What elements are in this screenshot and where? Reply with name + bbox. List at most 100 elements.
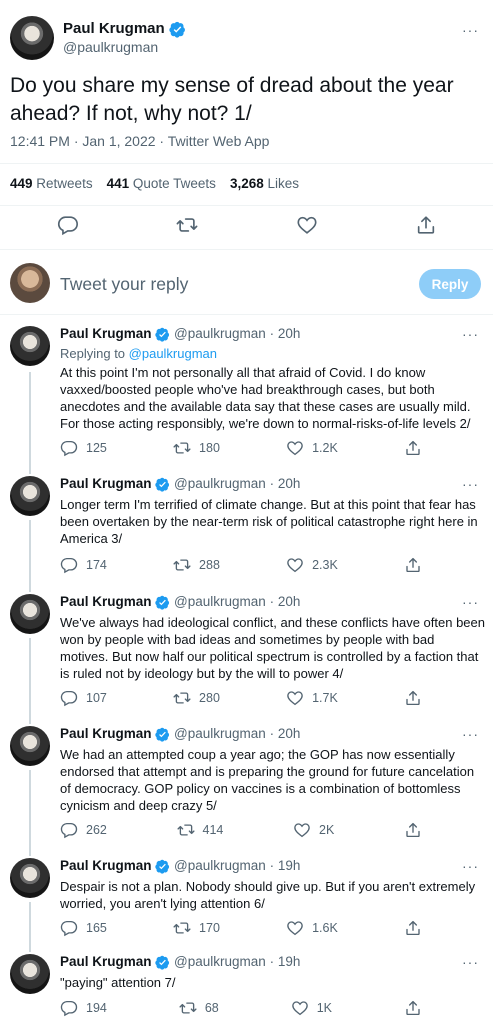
author-avatar[interactable] [10,858,50,898]
divider [0,163,493,164]
author-name[interactable]: Paul Krugman [60,326,152,341]
author-name[interactable]: Paul Krugman [60,726,152,741]
share-action[interactable] [404,919,422,937]
reply-icon[interactable] [57,214,79,236]
retweet-icon[interactable] [173,556,191,574]
like-icon[interactable] [293,821,311,839]
author-handle[interactable]: @paulkrugman [174,594,266,609]
retweet-action[interactable]: 414 [177,821,223,839]
more-icon[interactable]: ··· [462,22,479,38]
reply-icon[interactable] [60,919,78,937]
author-handle[interactable]: @paulkrugman [63,39,158,55]
author-avatar[interactable] [10,326,50,366]
tweet-timestamp[interactable]: 12:41 PM · Jan 1, 2022 · Twitter Web App [10,133,269,149]
retweet-icon[interactable] [173,439,191,457]
retweet-action[interactable]: 280 [173,689,220,707]
replying-to-link[interactable]: @paulkrugman [129,346,217,361]
author-avatar[interactable] [10,954,50,994]
reply-action[interactable]: 262 [60,821,107,839]
share-action[interactable] [404,999,422,1017]
share-action[interactable] [404,556,422,574]
like-icon[interactable] [286,919,304,937]
more-icon[interactable]: ··· [462,726,479,742]
likes-stat[interactable]: 3,268 Likes [230,176,299,191]
reply-input[interactable]: Tweet your reply [60,274,188,295]
author-name[interactable]: Paul Krugman [63,20,186,38]
author-name[interactable]: Paul Krugman [60,858,152,873]
thread-connector [29,638,31,724]
author-name[interactable]: Paul Krugman [60,594,152,609]
like-action[interactable]: 1K [291,999,332,1017]
reply-action[interactable]: 174 [60,556,107,574]
author-avatar[interactable] [10,16,54,60]
author-name[interactable]: Paul Krugman [60,954,152,969]
tweet-time[interactable]: · 20h [270,726,301,741]
author-avatar[interactable] [10,726,50,766]
share-icon[interactable] [404,999,422,1017]
reply-action[interactable]: 125 [60,439,107,457]
reply-action[interactable]: 107 [60,689,107,707]
more-icon[interactable]: ··· [462,594,479,610]
retweet-action[interactable]: 180 [173,439,220,457]
main-tweet-header: Paul Krugman @paulkrugman ··· [0,0,493,70]
retweet-icon[interactable] [173,919,191,937]
tweet-time[interactable]: · 19h [270,858,301,873]
retweets-stat[interactable]: 449 Retweets [10,176,93,191]
reply-icon[interactable] [60,689,78,707]
author-handle[interactable]: @paulkrugman [174,954,266,969]
like-icon[interactable] [286,556,304,574]
author-handle[interactable]: @paulkrugman [174,326,266,341]
like-action[interactable]: 1.7K [286,689,338,707]
tweet-time[interactable]: · 19h [270,954,301,969]
retweet-icon[interactable] [176,214,198,236]
reply-action[interactable]: 165 [60,919,107,937]
more-icon[interactable]: ··· [462,954,479,970]
share-icon[interactable] [415,214,437,236]
author-handle[interactable]: @paulkrugman [174,858,266,873]
like-icon[interactable] [291,999,309,1017]
reply-icon[interactable] [60,556,78,574]
share-action[interactable] [404,439,422,457]
like-icon[interactable] [286,439,304,457]
author-handle[interactable]: @paulkrugman [174,726,266,741]
retweet-icon[interactable] [179,999,197,1017]
like-action[interactable]: 1.6K [286,919,338,937]
tweet-time[interactable]: · 20h [270,476,301,491]
more-icon[interactable]: ··· [462,326,479,342]
reply-icon[interactable] [60,439,78,457]
retweet-icon[interactable] [173,689,191,707]
author-avatar[interactable] [10,594,50,634]
reply-action[interactable]: 194 [60,999,107,1017]
quote-tweets-stat[interactable]: 441 Quote Tweets [107,176,216,191]
like-icon[interactable] [286,689,304,707]
like-action[interactable]: 1.2K [286,439,338,457]
tweet-time[interactable]: · 20h [270,594,301,609]
share-icon[interactable] [404,439,422,457]
tweet-time[interactable]: · 20h [270,326,301,341]
current-user-avatar[interactable] [10,263,50,303]
like-action[interactable]: 2K [293,821,334,839]
share-icon[interactable] [404,919,422,937]
reply-button[interactable]: Reply [419,269,481,299]
more-icon[interactable]: ··· [462,476,479,492]
reply-icon[interactable] [60,999,78,1017]
reply-icon[interactable] [60,821,78,839]
verified-badge-icon [169,21,186,38]
share-action[interactable] [404,821,422,839]
author-name[interactable]: Paul Krugman [60,476,152,491]
retweet-action[interactable]: 68 [179,999,219,1017]
like-icon[interactable] [296,214,318,236]
more-icon[interactable]: ··· [462,858,479,874]
author-avatar[interactable] [10,476,50,516]
verified-badge-icon [155,595,170,610]
author-handle[interactable]: @paulkrugman [174,476,266,491]
retweet-icon[interactable] [177,821,195,839]
share-icon[interactable] [404,556,422,574]
share-icon[interactable] [404,821,422,839]
share-icon[interactable] [404,689,422,707]
share-action[interactable] [404,689,422,707]
like-action[interactable]: 2.3K [286,556,338,574]
retweet-action[interactable]: 288 [173,556,220,574]
retweet-action[interactable]: 170 [173,919,220,937]
author-name-text[interactable]: Paul Krugman [63,20,165,37]
